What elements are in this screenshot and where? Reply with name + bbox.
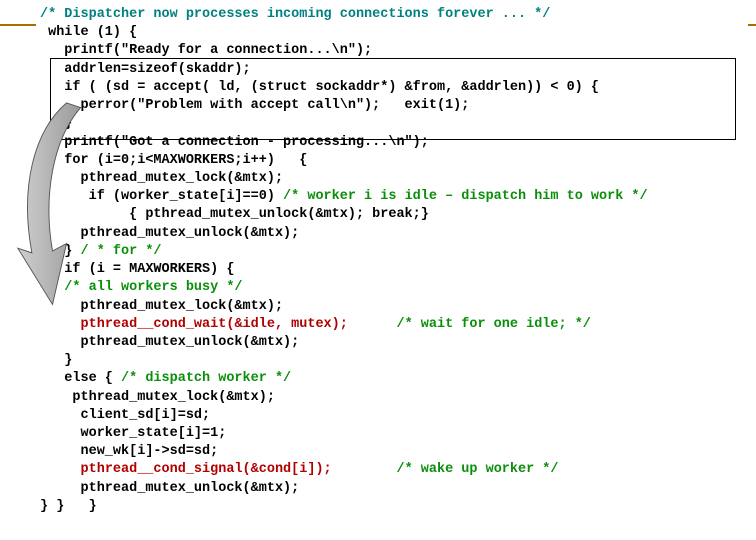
code-line: addrlen=sizeof(skaddr); <box>40 61 756 79</box>
code-line: else { /* dispatch worker */ <box>40 370 756 388</box>
code-line: { pthread_mutex_unlock(&mtx); break;} <box>40 206 756 224</box>
code-line: pthread_mutex_unlock(&mtx); <box>40 334 756 352</box>
code-line: } / * for */ <box>40 243 756 261</box>
code-block: /* Dispatcher now processes incoming con… <box>0 0 756 516</box>
code-line: new_wk[i]->sd=sd; <box>40 443 756 461</box>
code-line: for (i=0;i<MAXWORKERS;i++) { <box>40 152 756 170</box>
code-line: /* Dispatcher now processes incoming con… <box>40 6 756 24</box>
code-line: /* all workers busy */ <box>40 279 756 297</box>
code-line: perror("Problem with accept call\n"); ex… <box>40 97 756 115</box>
code-line: pthread_mutex_unlock(&mtx); <box>40 225 756 243</box>
code-line: if (i = MAXWORKERS) { <box>40 261 756 279</box>
code-line: worker_state[i]=1; <box>40 425 756 443</box>
code-line: } <box>40 352 756 370</box>
code-line: while (1) { <box>40 24 756 42</box>
code-line: pthread_mutex_lock(&mtx); <box>40 389 756 407</box>
code-line: if ( (sd = accept( ld, (struct sockaddr*… <box>40 79 756 97</box>
code-line: pthread_mutex_unlock(&mtx); <box>40 480 756 498</box>
code-line: pthread_mutex_lock(&mtx); <box>40 298 756 316</box>
code-line: } } } <box>40 498 756 516</box>
code-line: pthread_mutex_lock(&mtx); <box>40 170 756 188</box>
code-line: printf("Ready for a connection...\n"); <box>40 42 756 60</box>
code-line: pthread__cond_signal(&cond[i]); /* wake … <box>40 461 756 479</box>
code-line: client_sd[i]=sd; <box>40 407 756 425</box>
code-line: if (worker_state[i]==0) /* worker i is i… <box>40 188 756 206</box>
code-line: } <box>40 115 756 133</box>
code-line: pthread__cond_wait(&idle, mutex); /* wai… <box>40 316 756 334</box>
code-line: printf("Got a connection - processing...… <box>40 134 756 152</box>
